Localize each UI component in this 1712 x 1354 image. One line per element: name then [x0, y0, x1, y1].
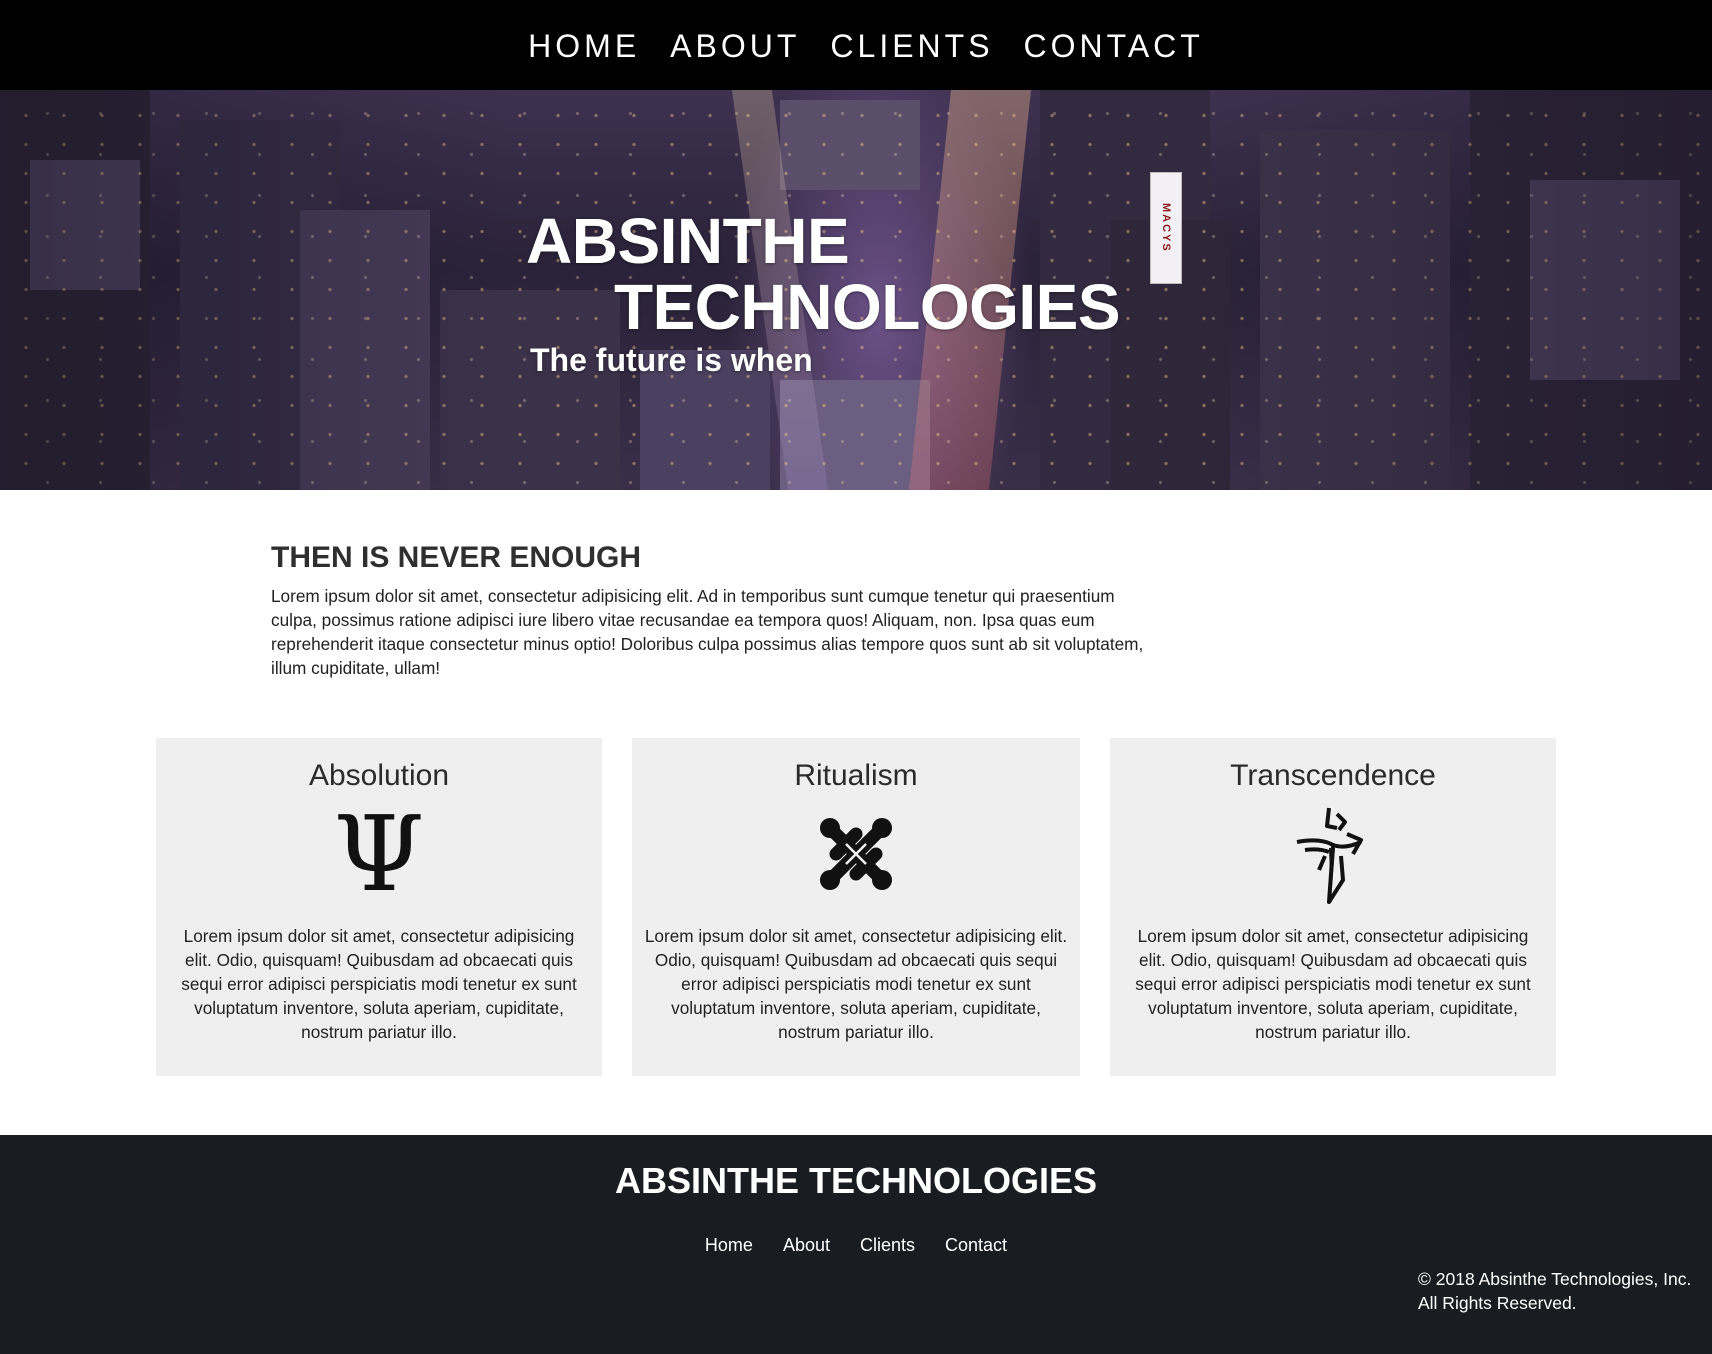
site-footer: ABSINTHE TECHNOLOGIES Home About Clients…: [0, 1135, 1712, 1354]
footer-item-contact: Contact: [945, 1235, 1007, 1256]
nav-item-about: ABOUT: [670, 24, 800, 68]
nav-link-clients[interactable]: CLIENTS: [830, 28, 993, 64]
card-body: Lorem ipsum dolor sit amet, consectetur …: [1135, 926, 1531, 1042]
hero-title-line1: ABSINTHE: [526, 205, 850, 277]
nav-link-home[interactable]: HOME: [528, 28, 640, 64]
enlightened-icon: [1283, 804, 1383, 904]
copyright-line1: © 2018 Absinthe Technologies, Inc.: [1418, 1269, 1692, 1289]
hero-title-line2: TECHNOLOGIES: [614, 271, 1121, 343]
hero-title: ABSINTHE TECHNOLOGIES: [526, 205, 1121, 343]
nav-link-about[interactable]: ABOUT: [670, 28, 800, 64]
feature-card-absolution: Absolution Ψ Lorem ipsum dolor sit amet,…: [156, 738, 602, 1076]
card-title: Transcendence: [1230, 759, 1436, 792]
footer-nav: Home About Clients Contact: [0, 1235, 1712, 1256]
card-title: Absolution: [308, 759, 450, 792]
footer-link-about[interactable]: About: [783, 1235, 830, 1255]
footer-link-home[interactable]: Home: [705, 1235, 753, 1255]
footer-item-home: Home: [705, 1235, 753, 1256]
copyright: © 2018 Absinthe Technologies, Inc. All R…: [1418, 1267, 1708, 1315]
nav-link-contact[interactable]: CONTACT: [1024, 28, 1204, 64]
psi-icon: Ψ: [329, 804, 429, 904]
joomla-icon: [806, 804, 906, 904]
card-title: Ritualism: [794, 759, 918, 792]
hero-banner: MACYS ABSINTHE TECHNOLOGIES The future i…: [0, 90, 1712, 490]
svg-text:Ψ: Ψ: [333, 806, 424, 902]
card-body: Lorem ipsum dolor sit amet, consectetur …: [644, 926, 1068, 1042]
intro-heading: THEN IS NEVER ENOUGH: [271, 541, 642, 574]
hero-tagline: The future is when: [530, 342, 813, 378]
nav-item-clients: CLIENTS: [830, 24, 993, 68]
intro-body: Lorem ipsum dolor sit amet, consectetur …: [271, 586, 1144, 678]
nav-item-home: HOME: [528, 24, 640, 68]
card-body: Lorem ipsum dolor sit amet, consectetur …: [181, 926, 577, 1042]
top-nav-list: HOME ABOUT CLIENTS CONTACT: [0, 24, 1712, 68]
macys-sign: MACYS: [1150, 172, 1182, 284]
footer-link-contact[interactable]: Contact: [945, 1235, 1007, 1255]
footer-item-clients: Clients: [860, 1235, 915, 1256]
copyright-line2: All Rights Reserved.: [1418, 1293, 1577, 1313]
footer-item-about: About: [783, 1235, 830, 1256]
intro-section: THEN IS NEVER ENOUGH Lorem ipsum dolor s…: [271, 540, 1151, 680]
nav-item-contact: CONTACT: [1024, 24, 1204, 68]
top-nav: HOME ABOUT CLIENTS CONTACT: [0, 0, 1712, 90]
feature-card-transcendence: Transcendence Lorem ipsum dolor sit amet…: [1110, 738, 1556, 1076]
feature-card-ritualism: Ritualism Lorem ipsum dolor sit amet, co…: [632, 738, 1080, 1076]
footer-brand: ABSINTHE TECHNOLOGIES: [614, 1160, 1098, 1201]
footer-link-clients[interactable]: Clients: [860, 1235, 915, 1255]
